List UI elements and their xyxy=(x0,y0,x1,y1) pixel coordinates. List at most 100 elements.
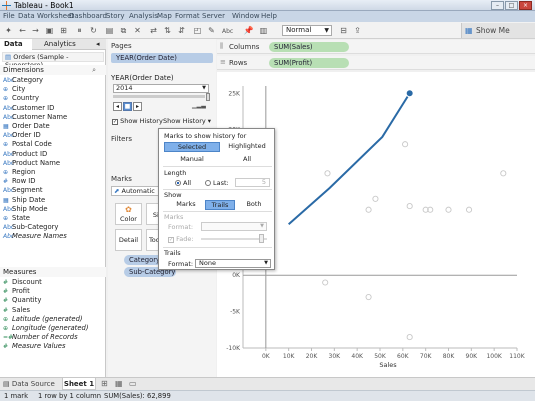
show-me-button[interactable]: ▦ Show Me xyxy=(461,23,535,38)
fade-slider-handle[interactable] xyxy=(259,234,264,243)
back-icon[interactable]: ← xyxy=(17,25,28,36)
fit-icon[interactable]: ▥ xyxy=(258,25,269,36)
show-history-checkbox[interactable]: ✓ Show History xyxy=(112,117,163,125)
measure-measure-values[interactable]: # Measure Values xyxy=(3,342,66,351)
rows-shelf[interactable]: ≡ Rows SUM(Profit) xyxy=(217,56,535,70)
dimension-customer-name[interactable]: AbcCustomer Name xyxy=(3,113,67,122)
new-dashboard-icon[interactable]: ▦ xyxy=(115,379,123,388)
dimension-region[interactable]: ⊕ Region xyxy=(3,168,35,177)
labels-abc-icon[interactable]: Abc xyxy=(222,25,233,36)
measure-sales[interactable]: # Sales xyxy=(3,306,30,315)
dimension-order-id[interactable]: AbcOrder ID xyxy=(3,131,41,140)
fix-axes-icon[interactable]: ⊟ xyxy=(338,25,349,36)
measure-number-of-records[interactable]: =#Number of Records xyxy=(3,333,78,342)
dimension-country[interactable]: ⊕ Country xyxy=(3,94,39,103)
dimension-product-id[interactable]: AbcProduct ID xyxy=(3,150,47,159)
close-button[interactable]: × xyxy=(519,1,532,10)
measure-discount[interactable]: # Discount xyxy=(3,278,42,287)
marks-format-dropdown[interactable]: ▼ xyxy=(201,222,267,231)
length-all-radio[interactable]: All xyxy=(175,179,191,187)
show-trails-option[interactable]: Trails xyxy=(205,200,235,210)
speed-control-icon[interactable]: ▁▂▃ xyxy=(192,102,210,111)
columns-shelf[interactable]: ⫼ Columns SUM(Sales) xyxy=(217,40,535,54)
show-marks-option[interactable]: Marks xyxy=(171,200,201,210)
menu-map[interactable]: Map xyxy=(157,12,172,20)
pause-icon[interactable]: ⏸ xyxy=(74,25,85,36)
measure-latitude-generated[interactable]: ⊕ Latitude (generated) xyxy=(3,315,83,324)
measure-quantity[interactable]: # Quantity xyxy=(3,296,41,305)
length-last-radio[interactable]: Last: xyxy=(205,179,229,187)
menu-file[interactable]: File xyxy=(3,12,15,20)
new-datasource-icon[interactable]: ⊞ xyxy=(58,25,69,36)
columns-pill-sum-sales[interactable]: SUM(Sales) xyxy=(269,42,349,52)
fade-slider-track[interactable] xyxy=(201,238,267,240)
sort-descending-icon[interactable]: ⇵ xyxy=(176,25,187,36)
datasource-item[interactable]: ▤ Orders (Sample - Superstore) xyxy=(2,52,104,69)
stop-icon[interactable]: ■ xyxy=(123,102,132,111)
datasource-tab[interactable]: ▤ Data Source xyxy=(3,379,59,390)
dimension-city[interactable]: ⊕ City xyxy=(3,85,25,94)
new-worksheet-icon[interactable]: ▤ xyxy=(104,25,115,36)
dimension-measure-names[interactable]: AbcMeasure Names xyxy=(3,232,67,241)
detail-button[interactable]: Detail xyxy=(115,229,142,251)
duplicate-sheet-icon[interactable]: ⧉ xyxy=(118,25,129,36)
show-history-dropdown[interactable]: Show History ▾ xyxy=(163,117,211,125)
run-update-icon[interactable]: ↻ xyxy=(88,25,99,36)
measure-longitude-generated[interactable]: ⊕ Longitude (generated) xyxy=(3,324,89,333)
swap-icon[interactable]: ⇄ xyxy=(148,25,159,36)
measure-profit[interactable]: # Profit xyxy=(3,287,30,296)
minimize-pane-icon[interactable]: ◂ xyxy=(96,40,100,48)
dimension-product-name[interactable]: AbcProduct Name xyxy=(3,159,60,168)
pages-pill-year-order-date[interactable]: YEAR(Order Date) xyxy=(111,53,213,63)
mark-type-dropdown[interactable]: ⬈ Automatic xyxy=(111,186,161,196)
show-both-option[interactable]: Both xyxy=(239,200,269,210)
clear-sheet-icon[interactable]: ✕ xyxy=(132,25,143,36)
page-slider-track[interactable] xyxy=(113,95,205,98)
dimension-ship-mode[interactable]: AbcShip Mode xyxy=(3,205,48,214)
rows-pill-sum-profit[interactable]: SUM(Profit) xyxy=(269,58,349,68)
menu-window[interactable]: Window xyxy=(232,12,260,20)
play-back-icon[interactable]: ◂ xyxy=(113,102,122,111)
maximize-button[interactable]: □ xyxy=(505,1,518,10)
fit-dropdown[interactable]: Normal ▼ xyxy=(282,25,332,36)
share-icon[interactable]: ⇪ xyxy=(352,25,363,36)
last-count-input[interactable]: 5 xyxy=(235,178,270,187)
group-icon[interactable]: ◰ xyxy=(192,25,203,36)
menu-server[interactable]: Server xyxy=(202,12,225,20)
dimension-row-id[interactable]: # Row ID xyxy=(3,177,36,186)
dimension-segment[interactable]: AbcSegment xyxy=(3,186,43,195)
minimize-button[interactable]: – xyxy=(491,1,504,10)
dimension-ship-date[interactable]: ▦ Ship Date xyxy=(3,196,45,205)
history-all-option[interactable]: All xyxy=(221,155,273,165)
history-manual-option[interactable]: Manual xyxy=(164,155,220,165)
search-icon[interactable]: ⌕ xyxy=(92,65,96,75)
pin-icon[interactable]: 📌 xyxy=(243,25,254,36)
menu-format[interactable]: Format xyxy=(175,12,200,20)
highlight-icon[interactable]: ✎ xyxy=(206,25,217,36)
new-worksheet-icon[interactable]: ⊞ xyxy=(101,379,108,388)
menu-help[interactable]: Help xyxy=(261,12,277,20)
color-button[interactable]: ✿ Color xyxy=(115,203,142,225)
sheet-1-tab[interactable]: Sheet 1 xyxy=(62,378,96,390)
save-icon[interactable]: ▣ xyxy=(44,25,55,36)
play-forward-icon[interactable]: ▸ xyxy=(133,102,142,111)
fade-checkbox[interactable]: ✓ Fade: xyxy=(168,235,194,243)
dimension-customer-id[interactable]: AbcCustomer ID xyxy=(3,104,54,113)
page-slider-handle[interactable] xyxy=(206,93,210,101)
menu-data[interactable]: Data xyxy=(18,12,35,20)
history-selected-option[interactable]: Selected xyxy=(164,142,220,152)
forward-icon[interactable]: → xyxy=(30,25,41,36)
new-story-icon[interactable]: ▭ xyxy=(129,379,137,388)
menu-dashboard[interactable]: Dashboard xyxy=(69,12,107,20)
dimension-state[interactable]: ⊕ State xyxy=(3,214,30,223)
tab-data[interactable]: Data xyxy=(0,39,32,50)
dimension-order-date[interactable]: ▦ Order Date xyxy=(3,122,50,131)
menu-story[interactable]: Story xyxy=(106,12,125,20)
dimension-sub-category[interactable]: AbcSub-Category xyxy=(3,223,58,232)
dimension-postal-code[interactable]: ⊕ Postal Code xyxy=(3,140,52,149)
dimension-category[interactable]: AbcCategory xyxy=(3,76,43,85)
history-highlighted-option[interactable]: Highlighted xyxy=(221,142,273,152)
year-dropdown[interactable]: 2014 ▼ xyxy=(113,84,209,93)
menu-analysis[interactable]: Analysis xyxy=(129,12,158,20)
sort-ascending-icon[interactable]: ⇅ xyxy=(162,25,173,36)
